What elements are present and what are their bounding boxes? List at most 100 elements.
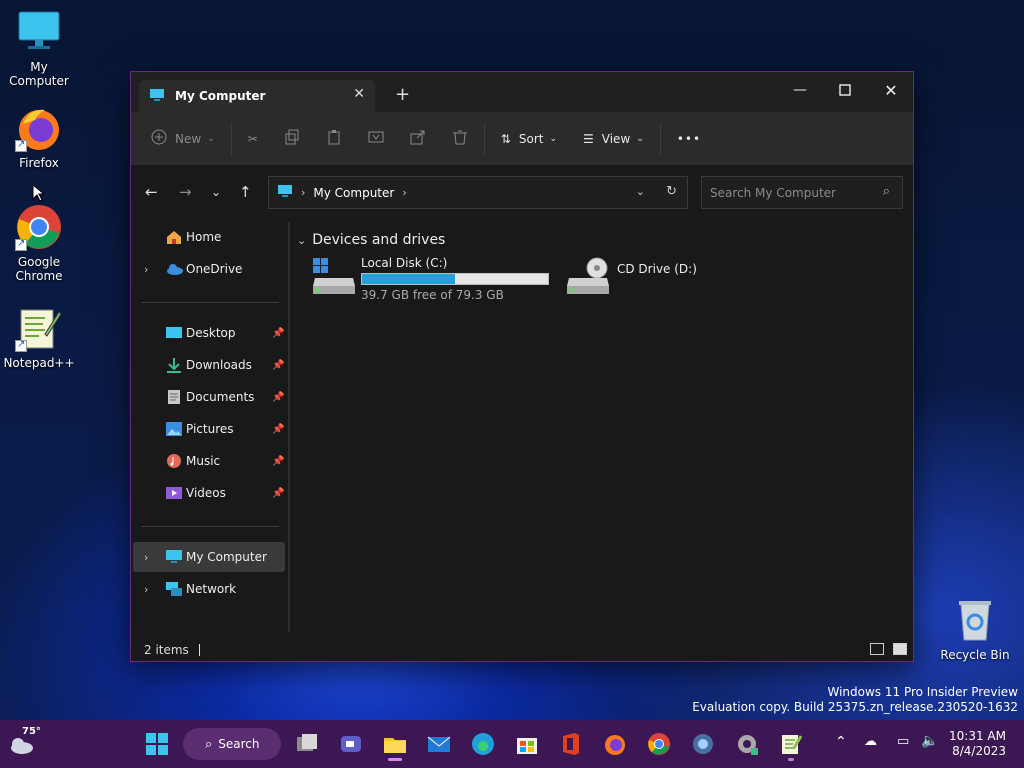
- search-label: Search: [218, 737, 260, 751]
- desktop-icon-chrome[interactable]: Google Chrome: [0, 203, 78, 283]
- notepadpp-taskbar-icon[interactable]: [779, 732, 803, 761]
- expand-chevron-icon[interactable]: ›: [144, 551, 148, 564]
- document-icon: [165, 389, 183, 405]
- new-label: New: [175, 131, 202, 146]
- cut-button[interactable]: ✂: [248, 123, 258, 155]
- sidebar-item-home[interactable]: Home: [133, 222, 285, 252]
- view-button[interactable]: ☰ View ⌄: [583, 123, 644, 155]
- sidebar-item-videos[interactable]: Videos 📌: [133, 478, 285, 508]
- tab-my-computer[interactable]: My Computer ✕: [139, 80, 375, 112]
- music-icon: [165, 453, 183, 469]
- store-icon[interactable]: [515, 732, 539, 756]
- title-bar: My Computer ✕ + — ✕: [131, 72, 913, 112]
- mail-icon[interactable]: [427, 732, 451, 756]
- teams-meet-icon[interactable]: [339, 732, 363, 756]
- details-view-icon[interactable]: [870, 643, 884, 655]
- search-box[interactable]: Search My Computer ⌕: [701, 176, 903, 209]
- sidebar-item-network[interactable]: › Network: [133, 574, 285, 604]
- group-header-devices[interactable]: ⌄ Devices and drives: [297, 232, 445, 248]
- breadcrumb-chevron-icon[interactable]: ›: [301, 186, 305, 199]
- new-button[interactable]: New ⌄: [151, 123, 215, 155]
- share-button[interactable]: [410, 123, 426, 155]
- view-label: View: [601, 131, 631, 146]
- toolbar-divider: [659, 122, 661, 155]
- pin-icon[interactable]: 📌: [272, 360, 284, 371]
- file-explorer-taskbar-icon[interactable]: [383, 732, 407, 761]
- pin-icon[interactable]: 📌: [272, 424, 284, 435]
- volume-icon[interactable]: 🔈: [921, 733, 938, 749]
- desktop-icon-recycle-bin[interactable]: Recycle Bin: [936, 596, 1014, 662]
- system-clock[interactable]: 10:31 AM 8/4/2023: [949, 729, 1006, 759]
- running-indicator: [788, 758, 794, 761]
- drive-usage-fill: [362, 274, 455, 284]
- control-panel-icon[interactable]: [691, 732, 715, 756]
- expand-chevron-icon[interactable]: ›: [144, 583, 148, 596]
- address-bar[interactable]: › My Computer › ⌄ ↻: [268, 176, 688, 209]
- edge-icon[interactable]: [471, 732, 495, 756]
- onedrive-offline-icon[interactable]: ☁: [864, 734, 877, 749]
- firefox-icon: [15, 104, 63, 152]
- address-dropdown-icon[interactable]: ⌄: [636, 185, 645, 198]
- minimize-button[interactable]: —: [778, 76, 822, 104]
- settings-gear-icon[interactable]: [735, 732, 759, 756]
- sidebar-item-downloads[interactable]: Downloads 📌: [133, 350, 285, 380]
- copy-button[interactable]: [284, 123, 300, 155]
- drive-cd-d[interactable]: CD Drive (D:): [565, 256, 697, 296]
- toolbar-divider: [230, 122, 232, 155]
- start-button[interactable]: [145, 732, 169, 756]
- desktop-icon-label: Recycle Bin: [940, 648, 1010, 662]
- delete-button[interactable]: [452, 123, 468, 155]
- sidebar-item-desktop[interactable]: Desktop 📌: [133, 318, 285, 348]
- navigation-pane-scrollbar[interactable]: [288, 222, 290, 632]
- desktop-icon-firefox[interactable]: Firefox: [0, 104, 78, 170]
- maximize-button[interactable]: [823, 76, 867, 104]
- weather-widget[interactable]: 75°: [8, 726, 42, 756]
- desktop-icon-label: My Computer: [9, 60, 69, 88]
- rename-button[interactable]: [368, 123, 384, 155]
- task-view-button[interactable]: [295, 732, 319, 756]
- close-tab-icon[interactable]: ✕: [353, 86, 365, 102]
- new-tab-button[interactable]: +: [395, 84, 410, 105]
- pin-icon[interactable]: 📌: [272, 328, 284, 339]
- sidebar-item-onedrive[interactable]: › OneDrive: [133, 254, 285, 284]
- sidebar-item-my-computer[interactable]: › My Computer: [133, 542, 285, 572]
- shortcut-arrow-icon: [15, 237, 27, 251]
- clipboard-icon: [326, 129, 342, 148]
- pin-icon[interactable]: 📌: [272, 392, 284, 403]
- drive-local-disk-c[interactable]: Local Disk (C:) 39.7 GB free of 79.3 GB: [311, 256, 549, 302]
- breadcrumb-chevron-icon[interactable]: ›: [402, 186, 406, 199]
- file-explorer-window: My Computer ✕ + — ✕ New ⌄ ✂ ⇅ Sort ⌄ ☰ V…: [130, 71, 914, 662]
- chevron-down-icon: ⌄: [297, 233, 307, 247]
- monitor-icon: [15, 8, 63, 56]
- sidebar-item-pictures[interactable]: Pictures 📌: [133, 414, 285, 444]
- expand-chevron-icon[interactable]: ›: [144, 263, 148, 276]
- back-button[interactable]: ←: [145, 183, 158, 201]
- paste-button[interactable]: [326, 123, 342, 155]
- rename-icon: [368, 129, 384, 148]
- sidebar-item-music[interactable]: Music 📌: [133, 446, 285, 476]
- refresh-icon[interactable]: ↻: [666, 184, 677, 199]
- desktop-icon-notepadpp[interactable]: Notepad++: [0, 304, 78, 370]
- network-status-icon[interactable]: ▭: [897, 734, 909, 749]
- sidebar-item-documents[interactable]: Documents 📌: [133, 382, 285, 412]
- close-window-button[interactable]: ✕: [869, 76, 913, 104]
- recent-locations-button[interactable]: ⌄: [211, 185, 221, 199]
- network-icon: [165, 581, 183, 597]
- desktop-icon-my-computer[interactable]: My Computer: [0, 8, 78, 88]
- search-icon[interactable]: ⌕: [883, 184, 890, 199]
- more-options-button[interactable]: •••: [677, 123, 701, 155]
- taskbar-search[interactable]: ⌕ Search: [183, 728, 281, 760]
- office-icon[interactable]: [559, 732, 583, 756]
- drive-name: CD Drive (D:): [617, 262, 697, 276]
- breadcrumb-my-computer[interactable]: My Computer: [313, 186, 394, 200]
- show-hidden-icons-chevron-icon[interactable]: ⌃: [835, 734, 847, 750]
- up-button[interactable]: ↑: [239, 183, 252, 201]
- more-options-label: •••: [676, 131, 702, 146]
- forward-button[interactable]: →: [179, 183, 192, 201]
- chrome-taskbar-icon[interactable]: [647, 732, 671, 756]
- pin-icon[interactable]: 📌: [272, 488, 284, 499]
- firefox-taskbar-icon[interactable]: [603, 732, 627, 756]
- sort-button[interactable]: ⇅ Sort ⌄: [501, 123, 557, 155]
- pin-icon[interactable]: 📌: [272, 456, 284, 467]
- large-icons-view-icon[interactable]: [893, 643, 907, 655]
